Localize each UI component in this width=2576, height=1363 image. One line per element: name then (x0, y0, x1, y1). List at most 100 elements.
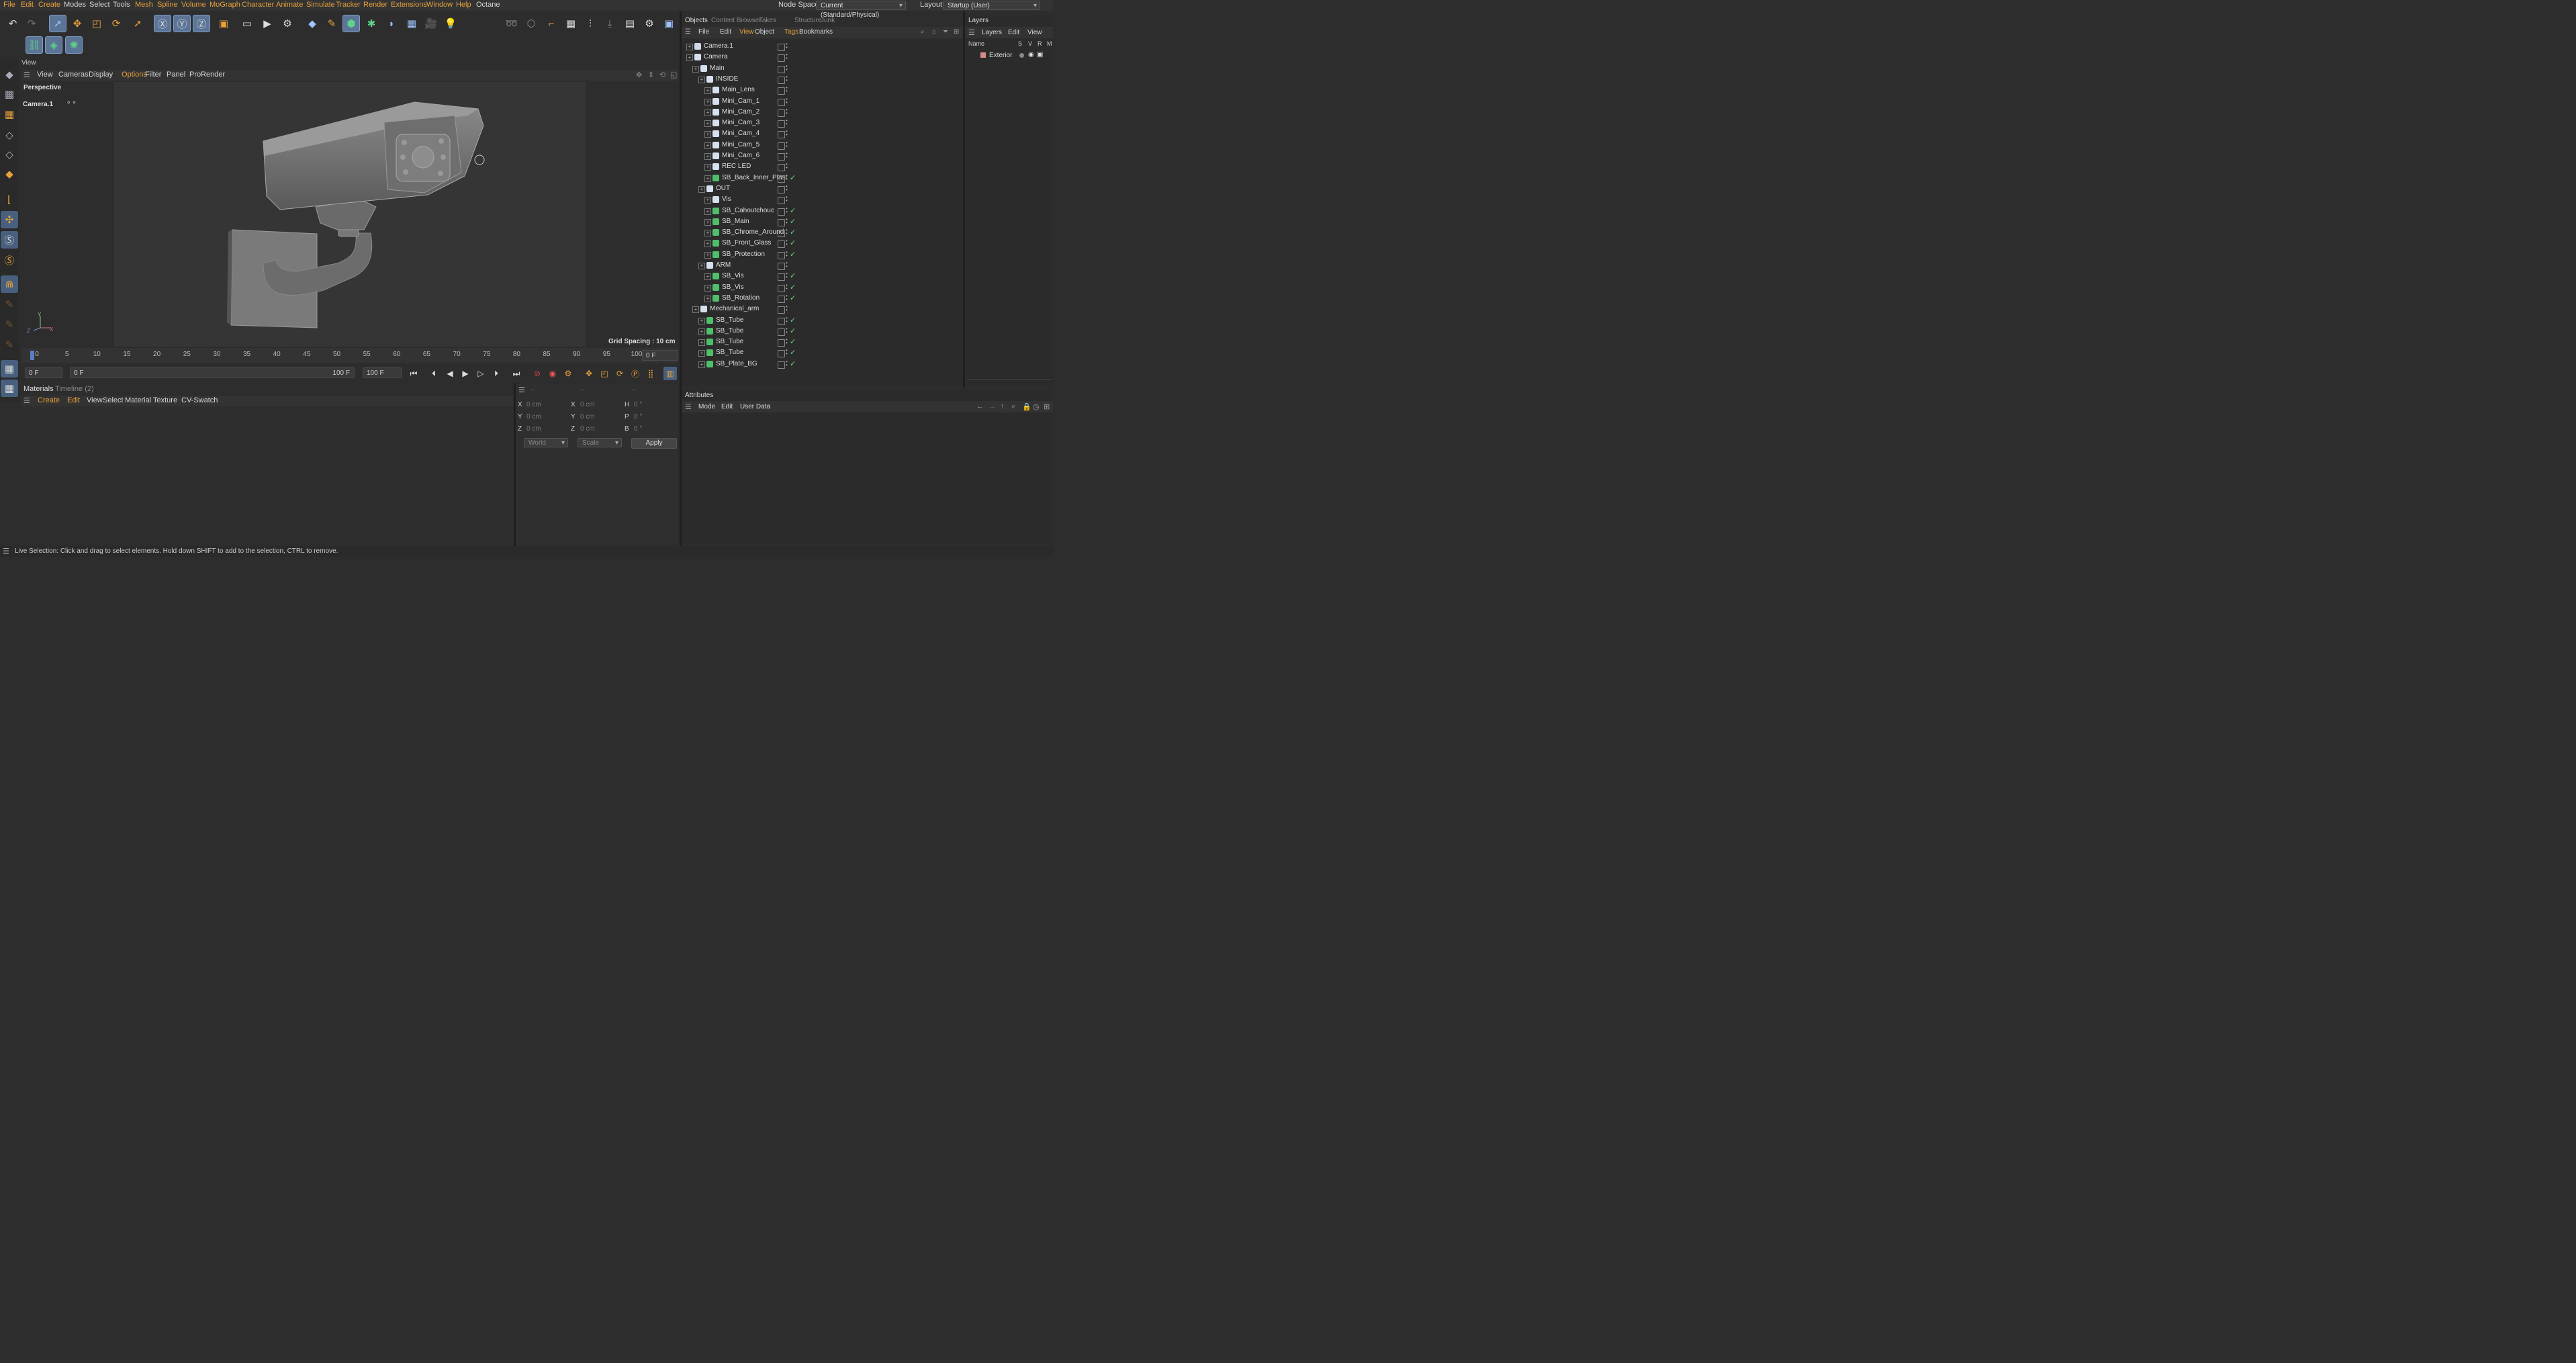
attr-menu-mode[interactable]: Mode (698, 403, 715, 410)
viewport-menu-view[interactable]: View (37, 71, 53, 79)
enabled-check-icon[interactable]: ✓ (790, 359, 796, 368)
object-row[interactable]: + REC LED • • (682, 161, 963, 172)
menu-file[interactable]: File (3, 1, 15, 9)
brush-icon[interactable]: ✎ (1, 296, 18, 313)
expand-toggle-icon[interactable]: + (704, 240, 711, 248)
model-mode-icon[interactable]: ◆ (1, 66, 18, 83)
layer-dots-icon[interactable]: • • (786, 228, 788, 236)
layer-dots-icon[interactable]: • • (786, 206, 788, 215)
object-row[interactable]: + SB_Tube • • ✓ (682, 315, 963, 326)
object-row[interactable]: + Main_Lens • • (682, 85, 963, 95)
live-selection-icon[interactable]: ➚ (49, 15, 66, 32)
object-name[interactable]: SB_Tube (716, 327, 743, 335)
hamburger-icon[interactable]: ☰ (518, 386, 525, 394)
layer-render-icon[interactable]: ▣ (1037, 51, 1043, 58)
viewport-rotate-icon[interactable]: ⟲ (659, 71, 665, 79)
visibility-toggle-icon[interactable] (778, 142, 785, 150)
layer-dots-icon[interactable]: • • (786, 96, 788, 105)
visibility-toggle-icon[interactable] (778, 230, 785, 238)
materials-menu-view[interactable]: View (87, 396, 103, 404)
coord-field[interactable]: 0 cm (580, 425, 623, 434)
layer-dots-icon[interactable]: • • (786, 337, 788, 346)
expand-toggle-icon[interactable]: + (698, 185, 705, 193)
layer-dots-icon[interactable]: • • (786, 326, 788, 335)
viewport-zoom-icon[interactable]: ⇕ (648, 71, 654, 79)
visibility-toggle-icon[interactable] (778, 339, 785, 347)
edges-mode-icon[interactable]: ◇ (1, 146, 18, 163)
solo-s-icon[interactable]: Ⓢ (1, 231, 18, 249)
object-name[interactable]: Mechanical_arm (710, 305, 759, 312)
viewport-menu-prorender[interactable]: ProRender (189, 71, 225, 79)
layers-menu-view[interactable]: View (1027, 29, 1042, 36)
viewport-menu-cameras[interactable]: Cameras (58, 71, 89, 79)
object-row[interactable]: + SB_Protection • • ✓ (682, 249, 963, 260)
tab-layers[interactable]: Layers (968, 17, 988, 24)
z-axis-icon[interactable]: Ⓩ (193, 15, 210, 32)
object-name[interactable]: Mini_Cam_3 (722, 119, 760, 126)
lock-icon[interactable]: 🔒 (1022, 402, 1031, 411)
end-frame-field[interactable]: 100 F (363, 367, 402, 378)
spline-tool-icon[interactable]: ➿ (503, 15, 520, 32)
materials-menu-create[interactable]: Create (38, 396, 60, 404)
materials-menu-cv-swatch[interactable]: CV-Swatch (181, 396, 218, 404)
enabled-check-icon[interactable]: ✓ (790, 217, 796, 226)
object-row[interactable]: + Vis • • (682, 194, 963, 205)
visibility-toggle-icon[interactable] (778, 65, 785, 73)
next-frame-icon[interactable]: ▷ (474, 367, 488, 380)
grid-icon[interactable]: ▦ (562, 15, 580, 32)
expand-toggle-icon[interactable]: + (698, 317, 705, 324)
object-row[interactable]: + SB_Tube • • ✓ (682, 347, 963, 358)
enabled-check-icon[interactable]: ✓ (790, 326, 796, 335)
object-row[interactable]: + SB_Chrome_Around • • ✓ (682, 227, 963, 238)
visibility-toggle-icon[interactable] (778, 208, 785, 216)
prev-key-icon[interactable]: ⏴ (427, 367, 441, 380)
deformer-icon[interactable]: ◗ (383, 15, 400, 32)
layer-dots-icon[interactable]: • • (786, 107, 788, 116)
visibility-toggle-icon[interactable] (778, 273, 785, 281)
tab-timeline[interactable]: Timeline (2) (55, 385, 94, 393)
coord-field[interactable]: 0 cm (580, 400, 623, 410)
visibility-toggle-icon[interactable] (778, 328, 785, 336)
quantize-icon[interactable]: ▦ (1, 380, 18, 397)
layer-dots-icon[interactable]: • • (786, 238, 788, 247)
object-row[interactable]: + Camera.1 • • (682, 41, 963, 52)
enabled-check-icon[interactable]: ✓ (790, 228, 796, 236)
up-arrow-icon[interactable]: ↑ (1001, 402, 1005, 410)
camera-icon[interactable]: 🎥 (422, 15, 440, 32)
object-name[interactable]: SB_Tube (716, 349, 743, 356)
render-region-icon[interactable]: ▭ (238, 15, 256, 32)
menu-tracker[interactable]: Tracker (336, 1, 361, 9)
viewport-menu-options[interactable]: Options (122, 71, 147, 79)
object-name[interactable]: Mini_Cam_5 (722, 141, 760, 148)
undo-icon[interactable]: ↶ (4, 15, 21, 32)
prev-frame-icon[interactable]: ◀ (443, 367, 457, 380)
object-row[interactable]: + SB_Front_Glass • • ✓ (682, 238, 963, 249)
align-icon[interactable]: ⫶ (582, 15, 599, 32)
key-rotation-icon[interactable]: ⟳ (613, 367, 627, 380)
expand-toggle-icon[interactable]: + (704, 230, 711, 237)
object-name[interactable]: SB_Plate_BG (716, 360, 757, 367)
layer-dots-icon[interactable]: • • (786, 173, 788, 182)
rotate-icon[interactable]: ⟳ (107, 15, 125, 32)
menu-character[interactable]: Character (242, 1, 274, 9)
3d-viewport[interactable]: Perspective Camera.1 ⚬⚬ Y X Z Grid Spaci… (21, 82, 678, 347)
visibility-toggle-icon[interactable] (778, 240, 785, 249)
visibility-toggle-icon[interactable] (778, 109, 785, 117)
polygon-icon[interactable]: ⬡ (522, 15, 540, 32)
object-row[interactable]: + SB_Vis • • ✓ (682, 271, 963, 281)
layer-dots-icon[interactable]: • • (786, 183, 788, 193)
redo-icon[interactable]: ↷ (23, 15, 40, 32)
forward-arrow-icon[interactable]: → (988, 402, 996, 410)
snap-icon[interactable]: ⌐ (543, 15, 560, 32)
workplane-icon[interactable]: ⤓ (601, 15, 618, 32)
camera-link-icon[interactable]: ⚬⚬ (66, 99, 77, 107)
objects-menu-tags[interactable]: Tags (784, 28, 798, 36)
key-pla-icon[interactable]: ⣿ (644, 367, 657, 380)
objects-menu-object[interactable]: Object (755, 28, 774, 36)
cube-icon[interactable]: ◆ (304, 15, 321, 32)
next-key-icon[interactable]: ⏵ (490, 367, 503, 380)
object-row[interactable]: + SB_Rotation • • ✓ (682, 293, 963, 304)
hamburger-icon[interactable]: ☰ (24, 396, 30, 405)
expand-toggle-icon[interactable]: + (698, 76, 705, 83)
object-row[interactable]: + Camera • • (682, 52, 963, 62)
